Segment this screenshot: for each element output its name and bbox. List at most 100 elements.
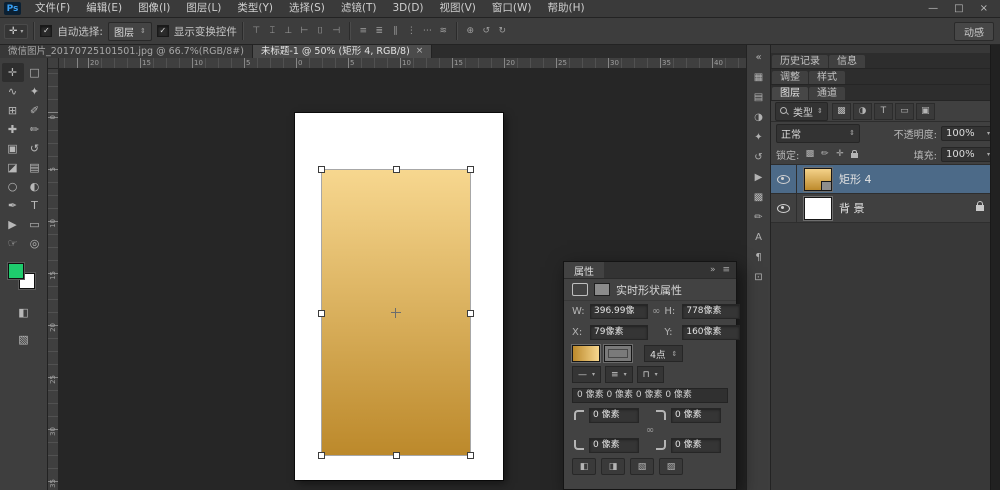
collapse-to-icons-icon[interactable]: » xyxy=(710,265,716,275)
filter-type-layers-icon[interactable]: T xyxy=(874,103,893,120)
show-transform-checkbox[interactable]: ✓ xyxy=(157,25,169,37)
auto-select-checkbox[interactable]: ✓ xyxy=(40,25,52,37)
history-panel-icon[interactable]: ↺ xyxy=(749,148,769,166)
props-op-1-icon[interactable]: ◧ xyxy=(572,458,596,475)
transform-handle-bottom-middle[interactable] xyxy=(393,452,400,459)
menu-item[interactable]: 图层(L) xyxy=(178,0,229,17)
minimize-button[interactable]: — xyxy=(928,0,938,17)
opacity-select[interactable]: 100% ▾ xyxy=(941,126,995,141)
workspace-switcher[interactable]: 动感 xyxy=(954,22,994,41)
hand-tool[interactable]: ☞ xyxy=(2,234,24,253)
align-right-edges-icon[interactable]: ⊣ xyxy=(329,23,344,40)
corner-radius-bottom-left-input[interactable]: 0 像素 xyxy=(589,438,639,453)
panel-scrollbar[interactable] xyxy=(990,45,1000,490)
document-tab[interactable]: 未标题-1 @ 50% (矩形 4, RGB/8)× xyxy=(253,45,432,58)
layer-thumbnail[interactable] xyxy=(804,197,832,220)
transform-handle-bottom-right[interactable] xyxy=(467,452,474,459)
layer-row[interactable]: 矩形 4 xyxy=(771,165,1000,194)
menu-item[interactable]: 选择(S) xyxy=(281,0,333,17)
shape-layer-rectangle[interactable] xyxy=(322,170,470,455)
rotate-view-right-icon[interactable]: ↻ xyxy=(495,23,510,40)
transform-handle-middle-right[interactable] xyxy=(467,310,474,317)
move-tool[interactable]: ✛ xyxy=(2,63,24,82)
panel-tab-样式[interactable]: 样式 xyxy=(809,71,845,84)
transform-handle-middle-left[interactable] xyxy=(318,310,325,317)
menu-item[interactable]: 编辑(E) xyxy=(78,0,130,17)
character-panel-icon[interactable]: A xyxy=(749,228,769,246)
foreground-color-swatch[interactable] xyxy=(8,263,24,279)
visibility-toggle[interactable] xyxy=(771,194,797,222)
distribute-bottom-edges-icon[interactable]: ∥ xyxy=(388,23,403,40)
transform-handle-top-middle[interactable] xyxy=(393,166,400,173)
corner-radius-top-left-input[interactable]: 0 像素 xyxy=(589,408,639,423)
align-horizontal-centers-icon[interactable]: ⌷ xyxy=(313,23,328,40)
menu-item[interactable]: 图像(I) xyxy=(130,0,178,17)
eyedropper-tool[interactable]: ✐ xyxy=(24,101,46,120)
menu-item[interactable]: 视图(V) xyxy=(432,0,484,17)
layer-row[interactable]: 背 景 xyxy=(771,194,1000,223)
swatches-panel-icon[interactable]: ▤ xyxy=(749,88,769,106)
filter-pixel-layers-icon[interactable]: ▩ xyxy=(832,103,851,120)
tool-preset-button[interactable]: ✛ ▾ xyxy=(4,24,28,39)
menu-item[interactable]: 类型(Y) xyxy=(229,0,281,17)
screen-mode-icon[interactable]: ▧ xyxy=(18,330,28,349)
rectangular-marquee-tool[interactable]: □ xyxy=(24,63,46,82)
transform-handle-top-left[interactable] xyxy=(318,166,325,173)
panel-tab-信息[interactable]: 信息 xyxy=(829,55,865,68)
menu-item[interactable]: 3D(D) xyxy=(384,0,431,17)
close-button[interactable]: × xyxy=(980,0,988,17)
visibility-toggle[interactable] xyxy=(771,165,797,193)
y-input[interactable]: 160像素 xyxy=(682,325,740,340)
path-selection-tool[interactable]: ▶ xyxy=(2,215,24,234)
rectangle-tool[interactable]: ▭ xyxy=(24,215,46,234)
distribute-right-edges-icon[interactable]: ≋ xyxy=(436,23,451,40)
styles-panel-icon[interactable]: ✦ xyxy=(749,128,769,146)
document-canvas[interactable] xyxy=(295,113,503,480)
filter-smart-objects-icon[interactable]: ▣ xyxy=(916,103,935,120)
gradient-tool[interactable]: ▤ xyxy=(24,158,46,177)
distribute-vertical-centers-icon[interactable]: ≣ xyxy=(372,23,387,40)
menu-item[interactable]: 窗口(W) xyxy=(484,0,540,17)
tab-properties[interactable]: 属性 xyxy=(564,262,604,278)
align-bottom-edges-icon[interactable]: ⊥ xyxy=(281,23,296,40)
distribute-horizontal-centers-icon[interactable]: ⋯ xyxy=(420,23,435,40)
height-input[interactable]: 778像素 xyxy=(682,304,740,319)
lock-all-icon[interactable] xyxy=(848,147,861,161)
layer-thumbnail[interactable] xyxy=(804,168,832,191)
panel-tab-调整[interactable]: 调整 xyxy=(772,71,808,84)
clone-stamp-tool[interactable]: ▣ xyxy=(2,139,24,158)
transform-handle-top-right[interactable] xyxy=(467,166,474,173)
expand-panels-icon[interactable]: « xyxy=(749,48,769,66)
panel-tab-图层[interactable]: 图层 xyxy=(772,87,808,100)
quick-selection-tool[interactable]: ✦ xyxy=(24,82,46,101)
actions-panel-icon[interactable]: ▶ xyxy=(749,168,769,186)
stroke-color-swatch[interactable] xyxy=(604,345,632,362)
x-input[interactable]: 79像素 xyxy=(590,325,648,340)
props-op-2-icon[interactable]: ◨ xyxy=(601,458,625,475)
stroke-align-select[interactable]: ≡▾ xyxy=(605,366,633,383)
filter-adjustment-layers-icon[interactable]: ◑ xyxy=(853,103,872,120)
corner-radius-bottom-right-input[interactable]: 0 像素 xyxy=(671,438,721,453)
fill-select[interactable]: 100% ▾ xyxy=(941,147,995,162)
tab-close-icon[interactable]: × xyxy=(416,45,424,58)
brush-panel-icon[interactable]: ✏ xyxy=(749,208,769,226)
menu-item[interactable]: 帮助(H) xyxy=(540,0,593,17)
transform-reference-point[interactable] xyxy=(391,308,401,318)
adjustments-panel-icon[interactable]: ◑ xyxy=(749,108,769,126)
panel-tab-历史记录[interactable]: 历史记录 xyxy=(772,55,828,68)
panel-tab-通道[interactable]: 通道 xyxy=(809,87,845,100)
lock-pixels-icon[interactable]: ✏ xyxy=(818,147,831,161)
clone-source-panel-icon[interactable]: ⊡ xyxy=(749,268,769,286)
distribute-top-edges-icon[interactable]: ≡ xyxy=(356,23,371,40)
corner-radius-top-right-input[interactable]: 0 像素 xyxy=(671,408,721,423)
props-op-3-icon[interactable]: ▧ xyxy=(630,458,654,475)
link-radii-icon[interactable]: ∞ xyxy=(646,425,654,436)
stroke-caps-select[interactable]: ⊓▾ xyxy=(637,366,664,383)
props-op-4-icon[interactable]: ▨ xyxy=(659,458,683,475)
width-input[interactable]: 396.99像 xyxy=(590,304,648,319)
horizontal-type-tool[interactable]: T xyxy=(24,196,46,215)
filter-shape-layers-icon[interactable]: ▭ xyxy=(895,103,914,120)
link-dimensions-icon[interactable]: ∞ xyxy=(652,306,660,317)
lock-position-icon[interactable]: ✛ xyxy=(833,147,846,161)
layer-filter-type-select[interactable]: 类型 ⇕ xyxy=(775,102,828,121)
